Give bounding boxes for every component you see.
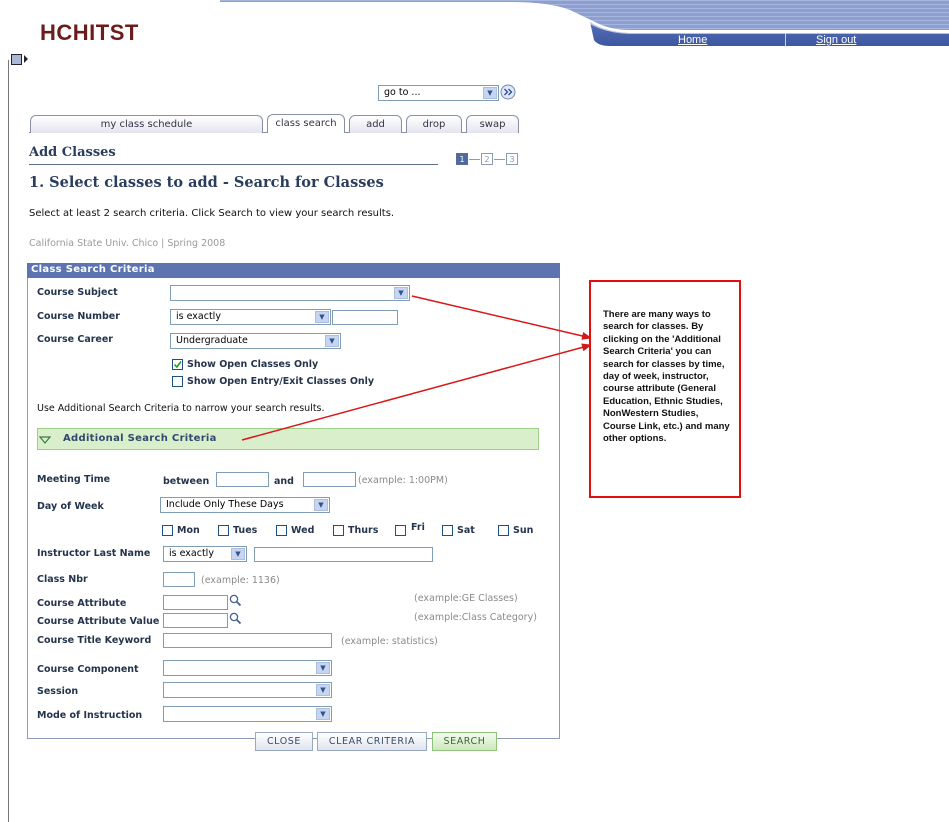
callout-line: search for classes by time, [603,358,725,370]
callout-text: There are many ways to search for classes… [603,309,730,445]
callout-line: clicking on the 'Additional [603,333,721,345]
callout-line: course attribute (General [603,383,716,395]
callout-line: Search Criteria' you can [603,346,712,358]
callout-line: NonWestern Studies, [603,408,699,420]
callout-line: search for classes. By [603,321,704,333]
callout-line: Education, Ethnic Studies, [603,395,723,407]
callout-box: There are many ways to search for classes… [589,280,741,498]
callout-arrows [241,295,592,441]
callout-line: day of week, instructor, [603,371,709,383]
callout-line: Course Link, etc.) and many [603,420,730,432]
callout-line: There are many ways to [603,309,711,320]
callout-line: other options. [603,433,667,445]
